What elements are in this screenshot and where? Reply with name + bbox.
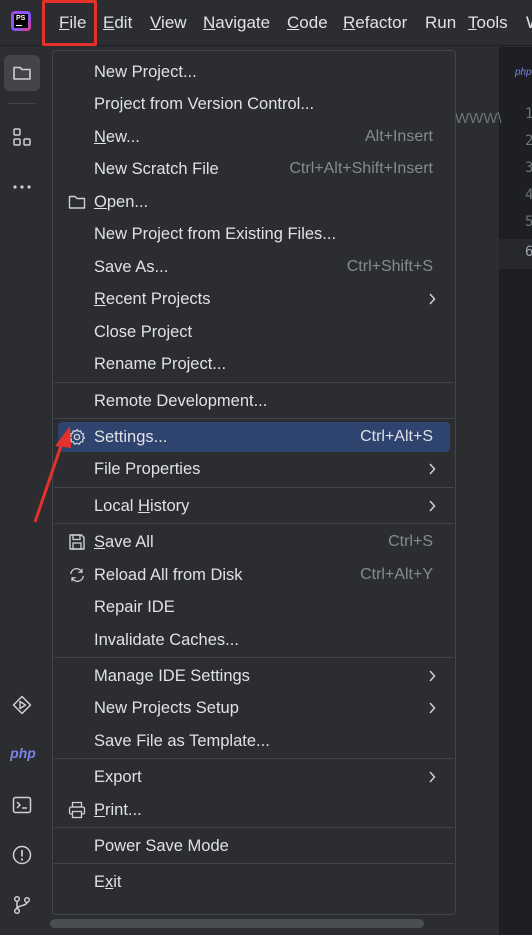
shortcut: Ctrl+Alt+S [360,428,433,445]
toolbar-separator [8,103,36,104]
file-menu-highlight-box [42,0,97,46]
menu-item-save-file-as-template[interactable]: Save File as Template... [58,726,450,756]
menu-item-new[interactable]: New... Alt+Insert [58,122,450,152]
menu-navigate[interactable]: Navigate [203,12,270,34]
line-number: 5 [525,214,532,230]
menu-item-reload-all-from-disk[interactable]: Reload All from Disk Ctrl+Alt+Y [58,560,450,590]
menu-tools[interactable]: Tools [468,12,508,34]
menu-item-local-history[interactable]: Local History [58,491,450,521]
chevron-right-icon [429,771,436,783]
folder-icon [13,66,31,80]
printer-icon [68,801,86,819]
logo-text: PS [16,15,26,22]
reload-icon [70,568,84,582]
shortcut: Ctrl+Alt+Y [360,566,433,583]
menu-separator [54,827,454,828]
menu-item-export[interactable]: Export [58,762,450,792]
menu-item-recent-projects[interactable]: Recent Projects [58,284,450,314]
line-number: 1 [525,106,532,122]
main-menu-bar: PS File Edit View Navigate Code Refactor… [0,0,532,46]
menu-edit[interactable]: Edit [103,12,132,34]
folder-icon [68,195,86,209]
menu-separator [54,382,454,383]
menu-item-exit[interactable]: Exit [58,867,450,897]
git-branch-icon [13,895,31,915]
problems-tool-button[interactable] [4,837,40,873]
line-number: 3 [525,160,532,176]
services-run-icon [12,695,32,715]
structure-icon [13,128,31,146]
menu-item-remote-development[interactable]: Remote Development... [58,386,450,416]
menu-item-rename-project[interactable]: Rename Project... [58,349,450,379]
line-number: 2 [525,133,532,149]
line-number: 4 [525,187,532,203]
menu-refactor[interactable]: Refactor [343,12,407,34]
line-number: 6 [525,244,532,260]
editor-tab-php[interactable]: php [515,67,532,78]
menu-separator [54,418,454,419]
editor-gutter: 1 2 3 4 5 6 [499,97,532,935]
shortcut: Ctrl+Alt+Shift+Insert [289,160,433,177]
menu-item-file-properties[interactable]: File Properties [58,454,450,484]
problems-warning-icon [12,845,32,865]
more-horizontal-icon [13,185,31,189]
menu-separator [54,657,454,658]
menu-item-project-from-vcs[interactable]: Project from Version Control... [58,89,450,119]
editor-tab-strip: php [499,47,532,97]
structure-tool-button[interactable] [4,119,40,155]
menu-separator [54,523,454,524]
menu-window[interactable]: W [526,12,532,34]
menu-item-close-project[interactable]: Close Project [58,317,450,347]
menu-item-print[interactable]: Print... [58,795,450,825]
chevron-right-icon [429,670,436,682]
chevron-right-icon [429,702,436,714]
menu-run[interactable]: Run [425,12,456,34]
menu-item-new-scratch-file[interactable]: New Scratch File Ctrl+Alt+Shift+Insert [58,154,450,184]
more-tools-button[interactable] [4,169,40,205]
menu-separator [54,863,454,864]
editor-background-text: WWW\ [455,110,502,127]
menu-item-open[interactable]: Open... [58,187,450,217]
chevron-right-icon [429,500,436,512]
menu-item-power-save-mode[interactable]: Power Save Mode [58,831,450,861]
file-menu-dropdown: New Project... Project from Version Cont… [52,50,456,915]
shortcut: Ctrl+S [388,533,433,550]
menu-item-new-projects-setup[interactable]: New Projects Setup [58,693,450,723]
menu-item-save-all[interactable]: Save All Ctrl+S [58,527,450,557]
horizontal-scrollbar-thumb[interactable] [50,919,424,928]
services-tool-button[interactable] [4,687,40,723]
chevron-right-icon [429,293,436,305]
menu-code[interactable]: Code [287,12,328,34]
terminal-tool-button[interactable] [4,787,40,823]
annotation-arrow-icon [33,426,71,523]
php-tool-label[interactable]: php [0,745,46,761]
git-tool-button[interactable] [4,887,40,923]
menu-item-manage-ide-settings[interactable]: Manage IDE Settings [58,661,450,691]
project-tool-button[interactable] [4,55,40,91]
menu-view[interactable]: View [150,12,187,34]
shortcut: Alt+Insert [364,128,433,145]
phpstorm-logo-icon[interactable]: PS [11,11,31,31]
menu-item-new-project[interactable]: New Project... [58,57,450,87]
menu-item-save-as[interactable]: Save As... Ctrl+Shift+S [58,252,450,282]
menu-item-invalidate-caches[interactable]: Invalidate Caches... [58,625,450,655]
menu-item-new-project-from-existing[interactable]: New Project from Existing Files... [58,219,450,249]
terminal-icon [12,796,32,814]
save-icon [69,534,85,550]
menu-separator [54,758,454,759]
shortcut: Ctrl+Shift+S [346,258,433,275]
chevron-right-icon [429,463,436,475]
menu-item-repair-ide[interactable]: Repair IDE [58,592,450,622]
menu-separator [54,487,454,488]
menu-item-settings[interactable]: Settings... Ctrl+Alt+S [58,422,450,452]
